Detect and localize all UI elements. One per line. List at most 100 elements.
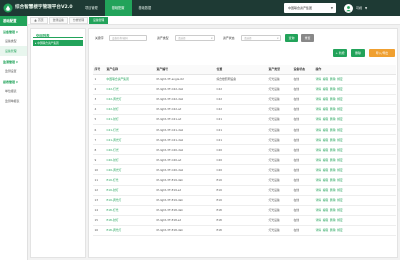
row-op-link[interactable]: 详情 bbox=[316, 198, 322, 202]
asset-name-link[interactable]: E18-射灯 bbox=[105, 215, 155, 226]
asset-name-link[interactable]: C20-调光灯 bbox=[105, 164, 155, 176]
row-op-link[interactable]: 详情 bbox=[316, 208, 322, 212]
row-op-link[interactable]: 绑定 bbox=[337, 158, 343, 162]
row-op-link[interactable]: 绑定 bbox=[337, 138, 343, 142]
row-op-link[interactable]: 删除 bbox=[330, 208, 336, 212]
row-op-link[interactable]: 详情 bbox=[316, 138, 322, 142]
asset-name-link[interactable]: C21-灯光 bbox=[105, 124, 155, 136]
row-op-link[interactable]: 编辑 bbox=[323, 168, 329, 172]
delete-button[interactable]: 删除 bbox=[351, 49, 365, 57]
row-op-link[interactable]: 绑定 bbox=[337, 168, 343, 172]
asset-name-link[interactable]: E19-调光灯 bbox=[105, 195, 155, 206]
sidebar-item-unit-report[interactable]: 单位报表 bbox=[0, 86, 27, 96]
row-op-link[interactable]: 删除 bbox=[330, 117, 336, 121]
row-op-link[interactable]: 绑定 bbox=[337, 97, 343, 101]
asset-name-link[interactable]: C22-射灯 bbox=[105, 104, 155, 115]
row-op-link[interactable]: 详情 bbox=[316, 148, 322, 152]
row-op-link[interactable]: 删除 bbox=[330, 188, 336, 192]
asset-name-link[interactable]: C21-调光灯 bbox=[105, 134, 155, 146]
asset-name-link[interactable]: 中国联合资产集团 bbox=[105, 74, 155, 85]
query-button[interactable]: 查询 bbox=[285, 34, 298, 42]
asset-name-link[interactable]: E19-射灯 bbox=[105, 185, 155, 196]
row-op-link[interactable]: 绑定 bbox=[337, 117, 343, 121]
row-op-link[interactable]: 编辑 bbox=[323, 77, 329, 81]
row-op-link[interactable]: 绑定 bbox=[337, 107, 343, 111]
row-op-link[interactable]: 删除 bbox=[330, 97, 336, 101]
row-op-link[interactable]: 详情 bbox=[316, 87, 322, 91]
asset-name-link[interactable]: C21-射灯 bbox=[105, 114, 155, 125]
tab-project-management[interactable]: 项目管理 bbox=[78, 0, 105, 16]
asset-name-link[interactable]: C20-射灯 bbox=[105, 154, 155, 166]
asset-name-link[interactable]: E19-灯光 bbox=[105, 174, 155, 186]
asset-name-link[interactable]: C22-调光灯 bbox=[105, 94, 155, 105]
row-op-link[interactable]: 绑定 bbox=[337, 198, 343, 202]
tab-basic-data[interactable]: 基础数据 bbox=[132, 0, 159, 16]
asset-name-link[interactable]: E18-调光灯 bbox=[105, 225, 155, 237]
row-op-link[interactable]: 删除 bbox=[330, 138, 336, 142]
row-op-link[interactable]: 详情 bbox=[316, 168, 322, 172]
sidebar-item-monitor-settings[interactable]: 监测设置 bbox=[0, 66, 27, 76]
row-op-link[interactable]: 编辑 bbox=[323, 128, 329, 132]
row-op-link[interactable]: 编辑 bbox=[323, 198, 329, 202]
row-op-link[interactable]: 详情 bbox=[316, 158, 322, 162]
row-op-link[interactable]: 编辑 bbox=[323, 218, 329, 222]
row-op-link[interactable]: 编辑 bbox=[323, 87, 329, 91]
crumb-category-management[interactable]: 分类管理 bbox=[68, 16, 89, 24]
row-op-link[interactable]: 详情 bbox=[316, 188, 322, 192]
keyword-input[interactable]: 设备名称/编码 bbox=[109, 35, 147, 41]
import-export-button[interactable]: 导入/导出 bbox=[369, 49, 395, 57]
row-op-link[interactable]: 编辑 bbox=[323, 138, 329, 142]
row-op-link[interactable]: 删除 bbox=[330, 107, 336, 111]
row-op-link[interactable]: 删除 bbox=[330, 148, 336, 152]
sidebar-item-monitor-report[interactable]: 监测单报表 bbox=[0, 96, 27, 106]
asset-name-link[interactable]: C20-灯光 bbox=[105, 144, 155, 156]
row-op-link[interactable]: 绑定 bbox=[337, 178, 343, 182]
row-op-link[interactable]: 删除 bbox=[330, 168, 336, 172]
row-op-link[interactable]: 删除 bbox=[330, 128, 336, 132]
row-op-link[interactable]: 绑定 bbox=[337, 87, 343, 91]
tree-node-selected[interactable]: ▸ 中国联合资产集团 bbox=[33, 40, 83, 46]
sidebar-item-device-type[interactable]: 设备类型 bbox=[0, 36, 27, 46]
row-op-link[interactable]: 详情 bbox=[316, 128, 322, 132]
row-op-link[interactable]: 删除 bbox=[330, 87, 336, 91]
crumb-monitor-device[interactable]: 监测设备 bbox=[48, 16, 68, 24]
row-op-link[interactable]: 详情 bbox=[316, 228, 322, 232]
row-op-link[interactable]: 绑定 bbox=[337, 77, 343, 81]
sidebar-group-device[interactable]: 设备管理▼ bbox=[0, 26, 27, 36]
user-menu[interactable]: 可视 ▼ bbox=[344, 3, 367, 13]
row-op-link[interactable]: 删除 bbox=[330, 178, 336, 182]
row-op-link[interactable]: 绑定 bbox=[337, 188, 343, 192]
row-op-link[interactable]: 删除 bbox=[330, 77, 336, 81]
row-op-link[interactable]: 编辑 bbox=[323, 208, 329, 212]
row-op-link[interactable]: 详情 bbox=[316, 178, 322, 182]
sidebar-item-device-management[interactable]: 设备管理 bbox=[0, 46, 27, 56]
project-select[interactable]: 中国联合资产集团 ▼ bbox=[284, 3, 336, 13]
row-op-link[interactable]: 详情 bbox=[316, 97, 322, 101]
asset-type-select[interactable]: 请选择 ▾ bbox=[175, 35, 215, 41]
asset-name-link[interactable]: C22-灯光 bbox=[105, 84, 155, 95]
row-op-link[interactable]: 绑定 bbox=[337, 208, 343, 212]
crumb-home[interactable]: 首页 bbox=[30, 16, 48, 24]
asset-name-link[interactable]: E18-灯光 bbox=[105, 205, 155, 216]
row-op-link[interactable]: 删除 bbox=[330, 218, 336, 222]
row-op-link[interactable]: 编辑 bbox=[323, 158, 329, 162]
add-button[interactable]: + 新增 bbox=[333, 49, 347, 57]
row-op-link[interactable]: 编辑 bbox=[323, 178, 329, 182]
row-op-link[interactable]: 编辑 bbox=[323, 228, 329, 232]
row-op-link[interactable]: 编辑 bbox=[323, 107, 329, 111]
row-op-link[interactable]: 编辑 bbox=[323, 97, 329, 101]
row-op-link[interactable]: 编辑 bbox=[323, 148, 329, 152]
tab-basic-config[interactable]: 基础配置 bbox=[104, 0, 132, 16]
sidebar-group-monitor[interactable]: 监测管理▼ bbox=[0, 56, 27, 66]
row-op-link[interactable]: 删除 bbox=[330, 158, 336, 162]
sidebar-group-report[interactable]: 报表管理▼ bbox=[0, 76, 27, 86]
row-op-link[interactable]: 绑定 bbox=[337, 148, 343, 152]
row-op-link[interactable]: 详情 bbox=[316, 117, 322, 121]
row-op-link[interactable]: 绑定 bbox=[337, 228, 343, 232]
crumb-device-management[interactable]: 设备管理 bbox=[89, 16, 109, 24]
asset-status-select[interactable]: 请选择 ▾ bbox=[241, 35, 281, 41]
row-op-link[interactable]: 绑定 bbox=[337, 218, 343, 222]
row-op-link[interactable]: 编辑 bbox=[323, 117, 329, 121]
row-op-link[interactable]: 删除 bbox=[330, 198, 336, 202]
row-op-link[interactable]: 详情 bbox=[316, 77, 322, 81]
